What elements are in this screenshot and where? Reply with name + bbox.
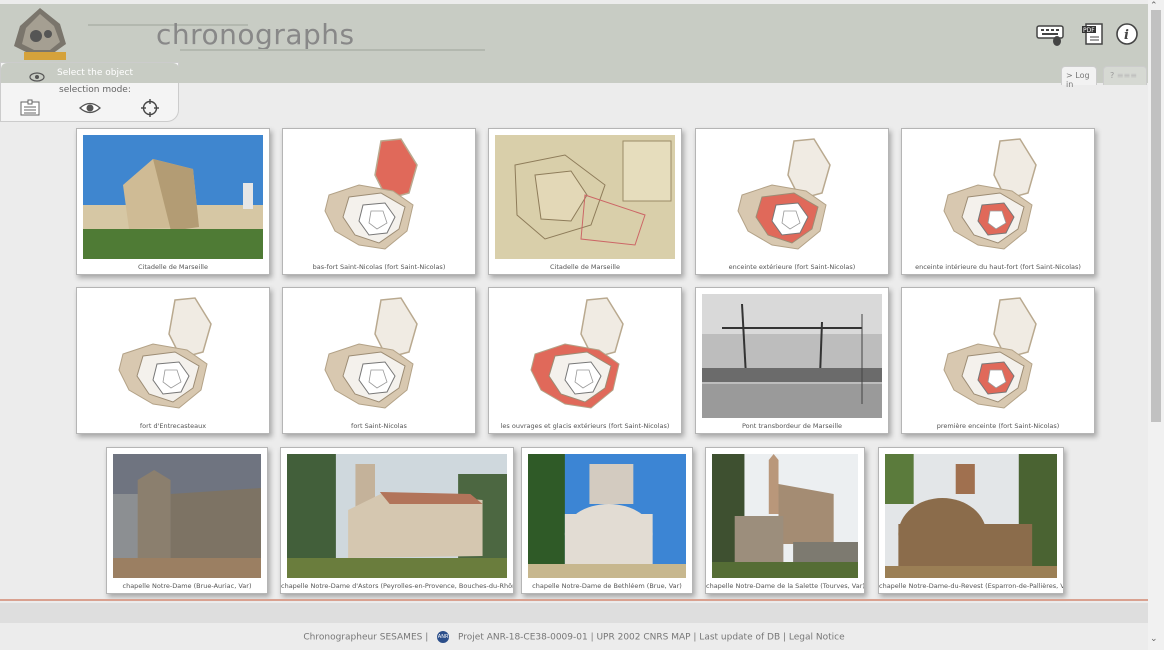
selection-mode-label: selection mode:	[59, 85, 131, 95]
object-thumbnail[interactable]	[702, 294, 882, 418]
object-caption: Pont transbordeur de Marseille	[741, 422, 842, 430]
list-icon	[20, 99, 40, 116]
object-card[interactable]: Citadelle de Marseille	[76, 128, 270, 275]
object-thumbnail[interactable]	[712, 454, 858, 578]
object-card[interactable]: fort d'Entrecasteaux	[76, 287, 270, 434]
crosshair-mode-button[interactable]	[139, 99, 161, 117]
eye-icon	[79, 102, 101, 114]
page-title: chronographs	[156, 18, 355, 51]
castle-logo-icon	[14, 8, 66, 60]
selection-title: Select the object	[57, 68, 133, 78]
list-mode-button[interactable]	[19, 99, 41, 117]
object-caption: fort Saint-Nicolas	[351, 422, 407, 430]
object-card[interactable]: chapelle Notre-Dame de la Salette (Tourv…	[705, 447, 865, 594]
eye-icon	[29, 67, 45, 82]
object-caption: fort d'Entrecasteaux	[139, 422, 207, 430]
object-caption: première enceinte (fort Saint-Nicolas)	[936, 422, 1060, 430]
object-caption: chapelle Notre-Dame (Brue-Auriac, Var)	[122, 582, 252, 590]
object-card[interactable]: enceinte intérieure du haut-fort (fort S…	[901, 128, 1095, 275]
footer-links[interactable]: Projet ANR-18-CE38-0009-01 | UPR 2002 CN…	[458, 633, 845, 643]
help-tab-label: ?	[1110, 71, 1115, 80]
object-card[interactable]: Pont transbordeur de Marseille	[695, 287, 889, 434]
object-thumbnail[interactable]	[83, 294, 263, 418]
object-card[interactable]: enceinte extérieure (fort Saint-Nicolas)	[695, 128, 889, 275]
selection-panel: Select the object selection mode:	[0, 62, 179, 122]
object-thumbnail[interactable]	[289, 294, 469, 418]
object-thumbnail[interactable]	[83, 135, 263, 259]
footer-divider	[0, 599, 1148, 601]
object-caption: chapelle Notre-Dame d'Astors (Peyrolles-…	[281, 582, 513, 590]
object-thumbnail[interactable]	[908, 294, 1088, 418]
object-thumbnail[interactable]	[495, 135, 675, 259]
title-decoration-bottom	[180, 49, 485, 51]
object-caption: les ouvrages et glacis extérieurs (fort …	[500, 422, 670, 430]
object-caption: bas-fort Saint-Nicolas (fort Saint-Nicol…	[312, 263, 446, 271]
crosshair-icon	[141, 99, 159, 117]
object-card[interactable]: les ouvrages et glacis extérieurs (fort …	[488, 287, 682, 434]
object-thumbnail[interactable]	[908, 135, 1088, 259]
footer-band	[0, 603, 1148, 623]
footer-app-name: Chronographeur SESAMES |	[303, 632, 429, 643]
menu-lines-icon: ≡≡≡	[1116, 71, 1137, 80]
login-tab[interactable]: > Log in	[1061, 66, 1097, 89]
object-caption: enceinte extérieure (fort Saint-Nicolas)	[728, 263, 856, 271]
object-thumbnail[interactable]	[528, 454, 686, 578]
object-thumbnail[interactable]	[289, 135, 469, 259]
anr-logo-icon: ANR	[437, 631, 450, 643]
object-card[interactable]: chapelle Notre-Dame de Bethléem (Brue, V…	[521, 447, 693, 594]
object-card[interactable]: chapelle Notre-Dame d'Astors (Peyrolles-…	[280, 447, 514, 594]
scroll-down-arrow[interactable]: ⌄	[1150, 634, 1158, 644]
selection-panel-header: Select the object	[1, 63, 179, 83]
object-caption: chapelle Notre-Dame de Bethléem (Brue, V…	[532, 582, 682, 590]
object-card[interactable]: première enceinte (fort Saint-Nicolas)	[901, 287, 1095, 434]
object-card[interactable]: chapelle Notre-Dame-du-Revest (Esparron-…	[878, 447, 1064, 594]
object-thumbnail[interactable]	[702, 135, 882, 259]
object-caption: chapelle Notre-Dame-du-Revest (Esparron-…	[879, 582, 1063, 590]
keyboard-mouse-icon[interactable]	[1036, 22, 1066, 46]
pdf-document-icon[interactable]: PDF	[1080, 22, 1110, 46]
object-thumbnail[interactable]	[287, 454, 507, 578]
svg-text:i: i	[1124, 28, 1129, 43]
object-card[interactable]: chapelle Notre-Dame (Brue-Auriac, Var)	[106, 447, 268, 594]
info-icon[interactable]: i	[1114, 22, 1144, 46]
object-card[interactable]: fort Saint-Nicolas	[282, 287, 476, 434]
eye-mode-button[interactable]	[79, 99, 101, 117]
object-thumbnail[interactable]	[495, 294, 675, 418]
object-thumbnail[interactable]	[885, 454, 1057, 578]
object-card[interactable]: Citadelle de Marseille	[488, 128, 682, 275]
svg-text:PDF: PDF	[1083, 27, 1095, 34]
object-thumbnail[interactable]	[113, 454, 261, 578]
sesames-logo[interactable]	[8, 6, 72, 62]
object-caption: enceinte intérieure du haut-fort (fort S…	[915, 263, 1081, 271]
object-caption: Citadelle de Marseille	[138, 263, 208, 271]
object-caption: chapelle Notre-Dame de la Salette (Tourv…	[706, 582, 864, 590]
footer: Chronographeur SESAMES | ANR Projet ANR-…	[0, 631, 1148, 643]
scrollbar-thumb[interactable]	[1151, 10, 1161, 422]
object-caption: Citadelle de Marseille	[550, 263, 620, 271]
object-card[interactable]: bas-fort Saint-Nicolas (fort Saint-Nicol…	[282, 128, 476, 275]
help-tab[interactable]: ? ≡≡≡	[1103, 66, 1147, 85]
